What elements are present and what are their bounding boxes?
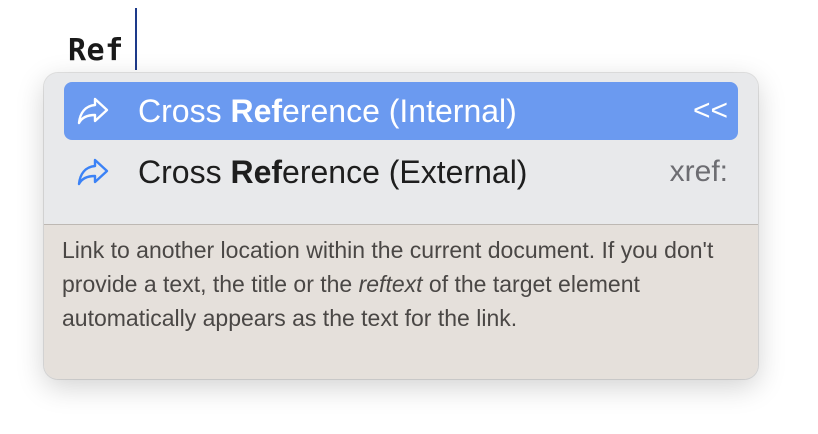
completion-item-shortcut: <<	[692, 94, 728, 127]
text-caret	[135, 8, 137, 70]
editor-typed-text[interactable]: Ref	[68, 33, 124, 68]
completion-description: Link to another location within the curr…	[44, 225, 758, 379]
arrow-share-icon	[76, 94, 110, 128]
completion-item-label: Cross Reference (Internal)	[138, 92, 517, 129]
editor-line[interactable]: Ref	[68, 30, 124, 70]
completion-item-label: Cross Reference (External)	[138, 153, 528, 190]
completion-item-cross-reference-external[interactable]: Cross Reference (External) xref:	[64, 143, 738, 201]
completion-list: Cross Reference (Internal) << Cross Refe…	[44, 73, 758, 224]
completion-item-cross-reference-internal[interactable]: Cross Reference (Internal) <<	[64, 82, 738, 140]
arrow-share-icon	[76, 155, 110, 189]
completion-item-shortcut: xref:	[669, 155, 728, 188]
completion-popup: Cross Reference (Internal) << Cross Refe…	[44, 73, 758, 379]
